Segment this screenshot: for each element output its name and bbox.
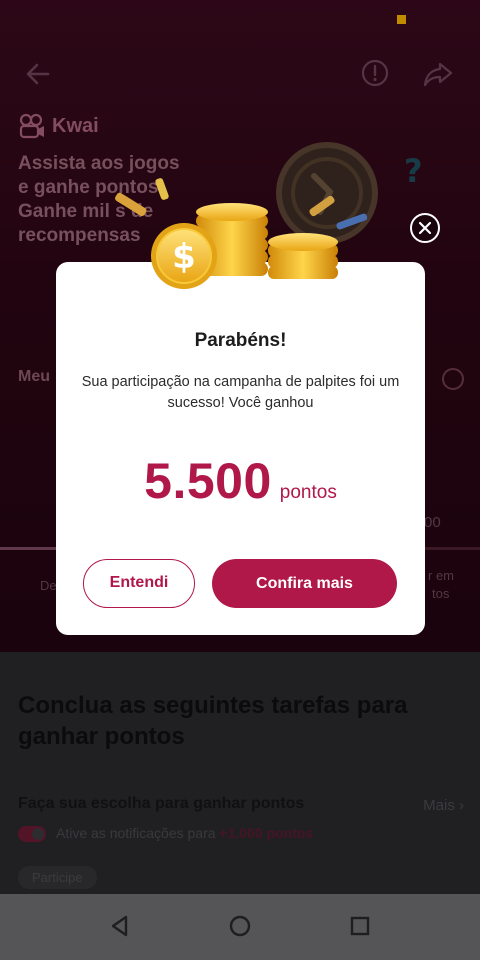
- triangle-back-icon[interactable]: [104, 910, 136, 942]
- reward-amount: 5.500: [144, 453, 272, 509]
- dialog-title: Parabéns!: [194, 330, 287, 351]
- reward-dialog: Parabéns! Sua participação na campanha d…: [56, 262, 425, 635]
- reward-value: 5.500 pontos: [56, 452, 425, 510]
- circle-home-icon[interactable]: [224, 910, 256, 942]
- understood-button[interactable]: Entendi: [83, 559, 195, 608]
- coins-illustration: $: [115, 178, 368, 289]
- system-nav-bar: [0, 894, 480, 960]
- close-icon[interactable]: [409, 212, 441, 244]
- dialog-message: Sua participação na campanha de palpites…: [81, 374, 400, 411]
- square-recents-icon[interactable]: [344, 910, 376, 942]
- svg-text:$: $: [172, 237, 196, 277]
- reward-unit: pontos: [279, 482, 337, 503]
- see-more-button[interactable]: Confira mais: [212, 559, 397, 608]
